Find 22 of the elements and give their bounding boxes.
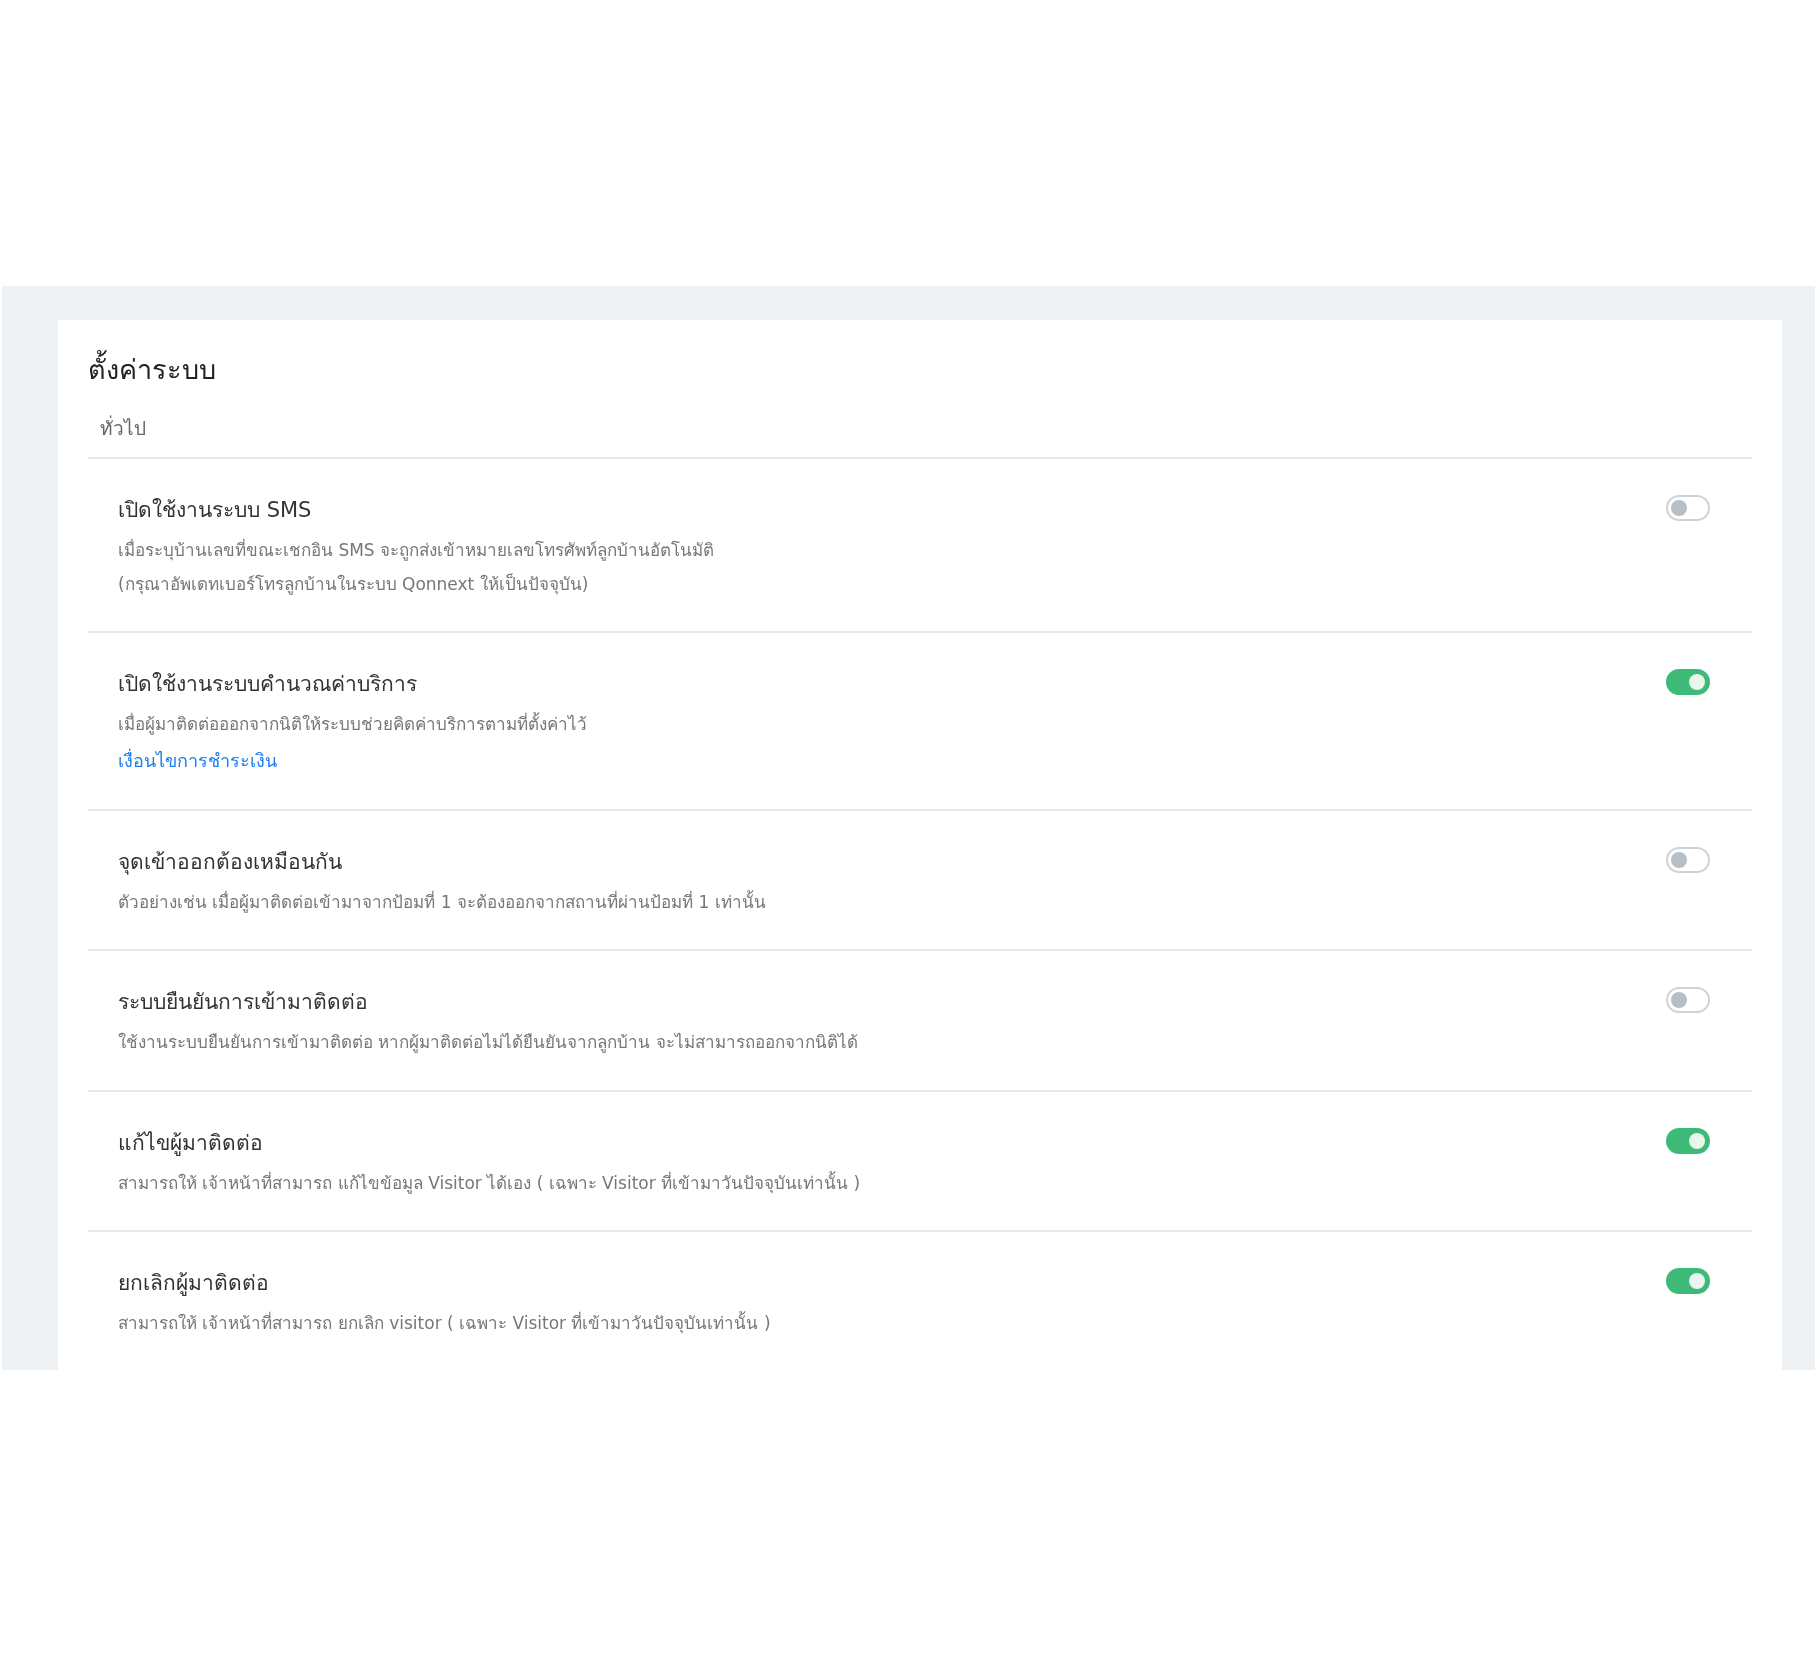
toggle-switch[interactable] [1666, 846, 1710, 873]
setting-title: เปิดใช้งานระบบ SMS [118, 497, 313, 524]
setting-description: สามารถให้ เจ้าหน้าที่สามารถ แก้ไขข้อมูล Visitor ได้เอง ( เฉพาะ Visitor ที่เข้ามาวันปัจจุบันเท่านั้น ) [118, 1170, 861, 1196]
setting-title: ระบบยืนยันการเข้ามาติดต่อ [118, 989, 369, 1016]
section-label: ทั่วไป [100, 414, 147, 441]
setting-description: ตัวอย่างเช่น เมื่อผู้มาติดต่อเข้ามาจากป้อมที่ 1 จะต้องออกจากสถานที่ผ่านป้อมที่ 1 เท่านั้น [118, 889, 766, 915]
setting-description: เมื่อระบุบ้านเลขที่ขณะเชกอิน SMS จะถูกส่งเข้าหมายเลขโทรศัพท์ลูกบ้านอัตโนมัติ [118, 538, 715, 563]
toggle-switch[interactable] [1666, 1268, 1710, 1294]
setting-description: (กรุณาอัพเดทเบอร์โทรลูกบ้านในระบบ Qonnext ให้เป็นปัจจุบัน) [118, 572, 590, 597]
page-title: ตั้งค่าระบบ [88, 348, 1752, 391]
toggle-switch[interactable] [1666, 669, 1710, 695]
toggle-switch[interactable] [1666, 987, 1710, 1013]
toggle-switch[interactable] [1666, 1127, 1710, 1154]
setting-title: จุดเข้าออกต้องเหมือนกัน [118, 848, 343, 877]
toggle-switch[interactable] [1666, 495, 1710, 521]
setting-description: เมื่อผู้มาติดต่อออกจากนิติให้ระบบช่วยคิดค่าบริการตามที่ตั้งค่าไว้ [118, 712, 587, 737]
setting-description: ใช้งานระบบยืนยันการเข้ามาติดต่อ หากผู้มาติดต่อไม่ได้ยืนยันจากลูกบ้าน จะไม่สามารถออกจากนิติได้ [118, 1031, 858, 1055]
setting-title: แก้ไขผู้มาติดต่อ [118, 1129, 264, 1158]
setting-description: สามารถให้ เจ้าหน้าที่สามารถ ยกเลิก visitor ( เฉพาะ Visitor ที่เข้ามาวันปัจจุบันเท่านั้น ) [118, 1311, 771, 1336]
payment-terms-link[interactable]: เงื่อนไขการชำระเงิน [118, 745, 277, 775]
setting-title: ยกเลิกผู้มาติดต่อ [118, 1270, 270, 1298]
setting-title: เปิดใช้งานระบบคำนวณค่าบริการ [118, 671, 418, 698]
